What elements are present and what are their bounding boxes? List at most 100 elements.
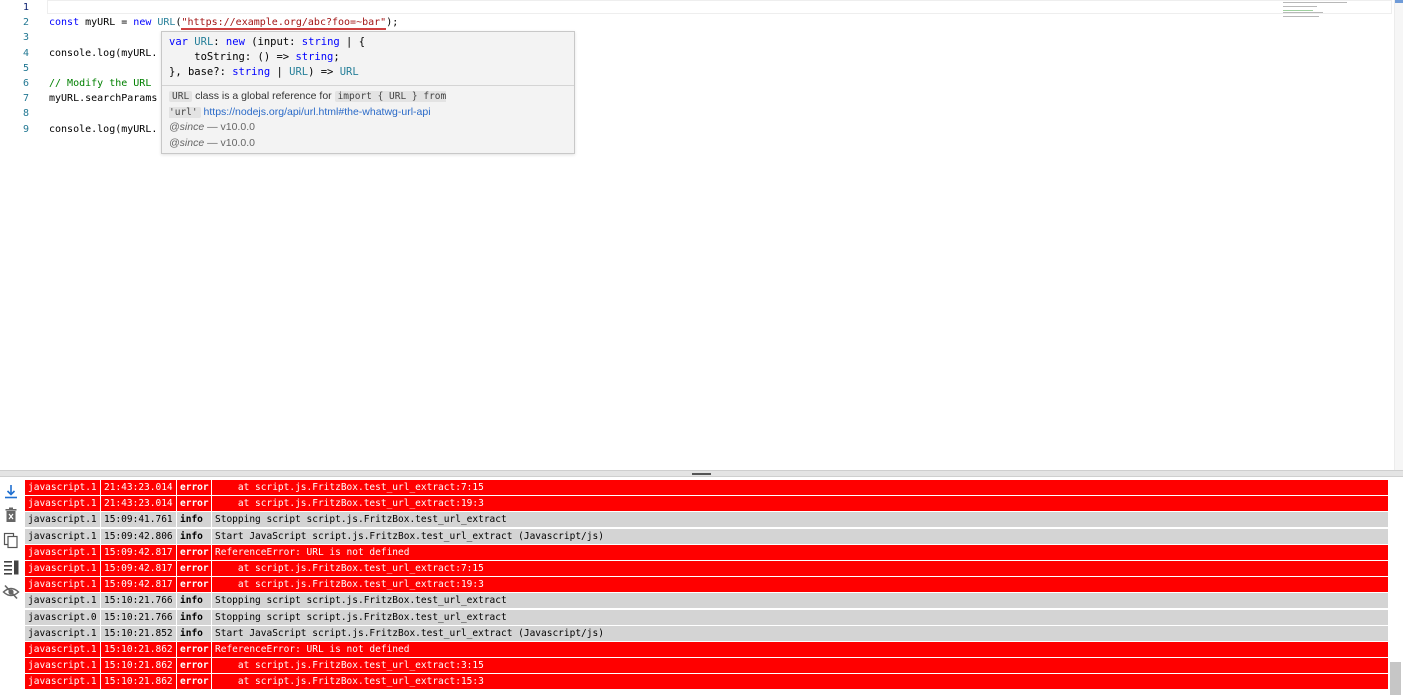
- log-row[interactable]: javascript.1 15:10:21.766 info Stopping scr…: [25, 593, 1388, 609]
- log-source: javascript.1: [25, 496, 100, 512]
- log-source: javascript.1: [25, 544, 100, 560]
- sig-text: :: [213, 36, 226, 48]
- code-text: );: [386, 17, 399, 28]
- wrap-lines-icon: [4, 560, 19, 575]
- log-row[interactable]: javascript.1 15:10:21.852 info Start JavaSc…: [25, 625, 1388, 641]
- line-number: 6: [22, 78, 29, 89]
- doc-text: class is a global reference for: [192, 90, 335, 102]
- sig-keyword: var: [169, 36, 188, 48]
- log-level: error: [177, 480, 211, 495]
- log-level: error: [177, 544, 211, 560]
- code-line-2[interactable]: const myURL = new URL("https://example.o…: [49, 15, 398, 30]
- sig-keyword: string: [295, 51, 334, 63]
- scroll-to-bottom-icon: [5, 485, 17, 499]
- log-timestamp: 15:09:42.817: [101, 544, 176, 560]
- doc-link[interactable]: https://nodejs.org/api/url.html#the-what…: [204, 106, 431, 118]
- hide-icon: [2, 584, 20, 600]
- since-tag: @since — v10.0.0: [169, 137, 255, 149]
- log-timestamp: 15:10:21.766: [101, 609, 176, 625]
- code-line-7[interactable]: myURL.searchParams: [49, 91, 157, 106]
- toggle-visibility-button[interactable]: [2, 583, 20, 601]
- string-literal: "https://example.org/abc?foo=~bar": [181, 17, 387, 30]
- log-level: info: [177, 625, 211, 641]
- log-row[interactable]: javascript.1 15:10:21.862 error ReferenceEr…: [25, 642, 1388, 657]
- line-number: 2: [22, 17, 29, 28]
- sig-text: }, base?:: [169, 66, 233, 78]
- type-identifier: URL: [157, 17, 176, 28]
- log-row[interactable]: javascript.1 21:43:23.014 error at script.…: [25, 496, 1388, 512]
- log-level: info: [177, 609, 211, 625]
- log-row[interactable]: javascript.1 15:10:21.862 error at script.…: [25, 674, 1388, 690]
- log-timestamp: 15:09:41.761: [101, 512, 176, 528]
- scroll-to-bottom-button[interactable]: [2, 482, 20, 500]
- log-toolbar: [0, 477, 25, 695]
- log-message: Stopping script script.js.FritzBox.test_…: [212, 609, 1388, 625]
- log-row[interactable]: javascript.1 15:09:42.817 error at script.…: [25, 561, 1388, 576]
- log-source: javascript.1: [25, 528, 100, 544]
- log-message: Stopping script script.js.FritzBox.test_…: [212, 512, 1388, 528]
- log-level: info: [177, 528, 211, 544]
- log-level: error: [177, 658, 211, 674]
- log-level: error: [177, 561, 211, 576]
- sig-type: URL: [339, 66, 359, 78]
- log-message: at script.js.FritzBox.test_url_extract:7…: [212, 480, 1388, 495]
- log-row[interactable]: javascript.1 15:09:42.806 info Start JavaSc…: [25, 528, 1388, 544]
- keyword: const: [49, 17, 80, 28]
- log-row[interactable]: javascript.1 15:09:42.817 error ReferenceEr…: [25, 544, 1388, 560]
- sig-keyword: string: [232, 66, 271, 78]
- log-message: Stopping script script.js.FritzBox.test_…: [212, 593, 1388, 609]
- clear-log-button[interactable]: [2, 506, 20, 524]
- log-message: ReferenceError: URL is not defined: [212, 642, 1388, 657]
- type-signature: var URL: new (input: string | { toString…: [169, 35, 365, 80]
- log-message: at script.js.FritzBox.test_url_extract:3…: [212, 658, 1388, 674]
- drag-handle-icon[interactable]: [692, 473, 711, 475]
- copy-button[interactable]: [2, 531, 20, 549]
- log-source: javascript.1: [25, 577, 100, 593]
- log-timestamp: 21:43:23.014: [101, 480, 176, 495]
- log-timestamp: 15:10:21.862: [101, 674, 176, 690]
- log-level: info: [177, 593, 211, 609]
- log-row[interactable]: javascript.1 15:09:42.817 error at script.…: [25, 577, 1388, 593]
- log-source: javascript.1: [25, 593, 100, 609]
- log-level: error: [177, 577, 211, 593]
- log-row[interactable]: javascript.0 15:10:21.766 info Stopping scr…: [25, 609, 1388, 625]
- log-row[interactable]: javascript.1 15:10:21.862 error at script.…: [25, 658, 1388, 674]
- sig-keyword: new: [225, 36, 245, 48]
- log-table[interactable]: javascript.1 21:43:23.014 error at script.…: [25, 477, 1388, 695]
- minimap[interactable]: [1281, 0, 1393, 22]
- current-line-highlight: [47, 0, 1392, 14]
- log-vertical-scrollbar[interactable]: [1388, 477, 1403, 695]
- line-number: 7: [22, 93, 29, 104]
- line-number: 5: [22, 63, 29, 74]
- sig-text: ;: [333, 51, 340, 63]
- since-label: @since: [169, 136, 205, 149]
- copy-icon: [3, 532, 18, 549]
- log-scroll-thumb[interactable]: [1390, 662, 1401, 695]
- log-message: Start JavaScript script.js.FritzBox.test…: [212, 625, 1388, 641]
- log-level: info: [177, 512, 211, 528]
- log-timestamp: 15:10:21.852: [101, 625, 176, 641]
- wrap-lines-button[interactable]: [2, 558, 20, 576]
- hover-tooltip: var URL: new (input: string | { toString…: [161, 31, 575, 154]
- log-source: javascript.1: [25, 625, 100, 641]
- log-level: error: [177, 674, 211, 690]
- log-level: error: [177, 496, 211, 512]
- panel-splitter[interactable]: [0, 470, 1403, 477]
- log-message: at script.js.FritzBox.test_url_extract:1…: [212, 674, 1388, 690]
- inline-code: URL: [169, 91, 193, 102]
- sig-text: |: [270, 66, 290, 78]
- code-line-4[interactable]: console.log(myURL.: [49, 46, 157, 61]
- editor-vertical-scrollbar[interactable]: [1394, 0, 1403, 470]
- code-line-9[interactable]: console.log(myURL.: [49, 122, 157, 137]
- log-timestamp: 15:10:21.766: [101, 593, 176, 609]
- code-line-6[interactable]: // Modify the URL: [49, 76, 157, 91]
- tooltip-documentation: URL class is a global reference for impo…: [169, 89, 567, 151]
- log-message: at script.js.FritzBox.test_url_extract:7…: [212, 561, 1388, 576]
- sig-keyword: string: [301, 36, 340, 48]
- log-timestamp: 15:10:21.862: [101, 642, 176, 657]
- log-source: javascript.1: [25, 642, 100, 657]
- log-row[interactable]: javascript.1 21:43:23.014 error at script.…: [25, 480, 1388, 495]
- log-row[interactable]: javascript.1 15:09:41.761 info Stopping scr…: [25, 512, 1388, 528]
- editor-scroll-thumb[interactable]: [1395, 0, 1403, 3]
- code-editor[interactable]: 1 2 3 4 5 6 7 8 9 const myURL = new URL(…: [0, 0, 1403, 470]
